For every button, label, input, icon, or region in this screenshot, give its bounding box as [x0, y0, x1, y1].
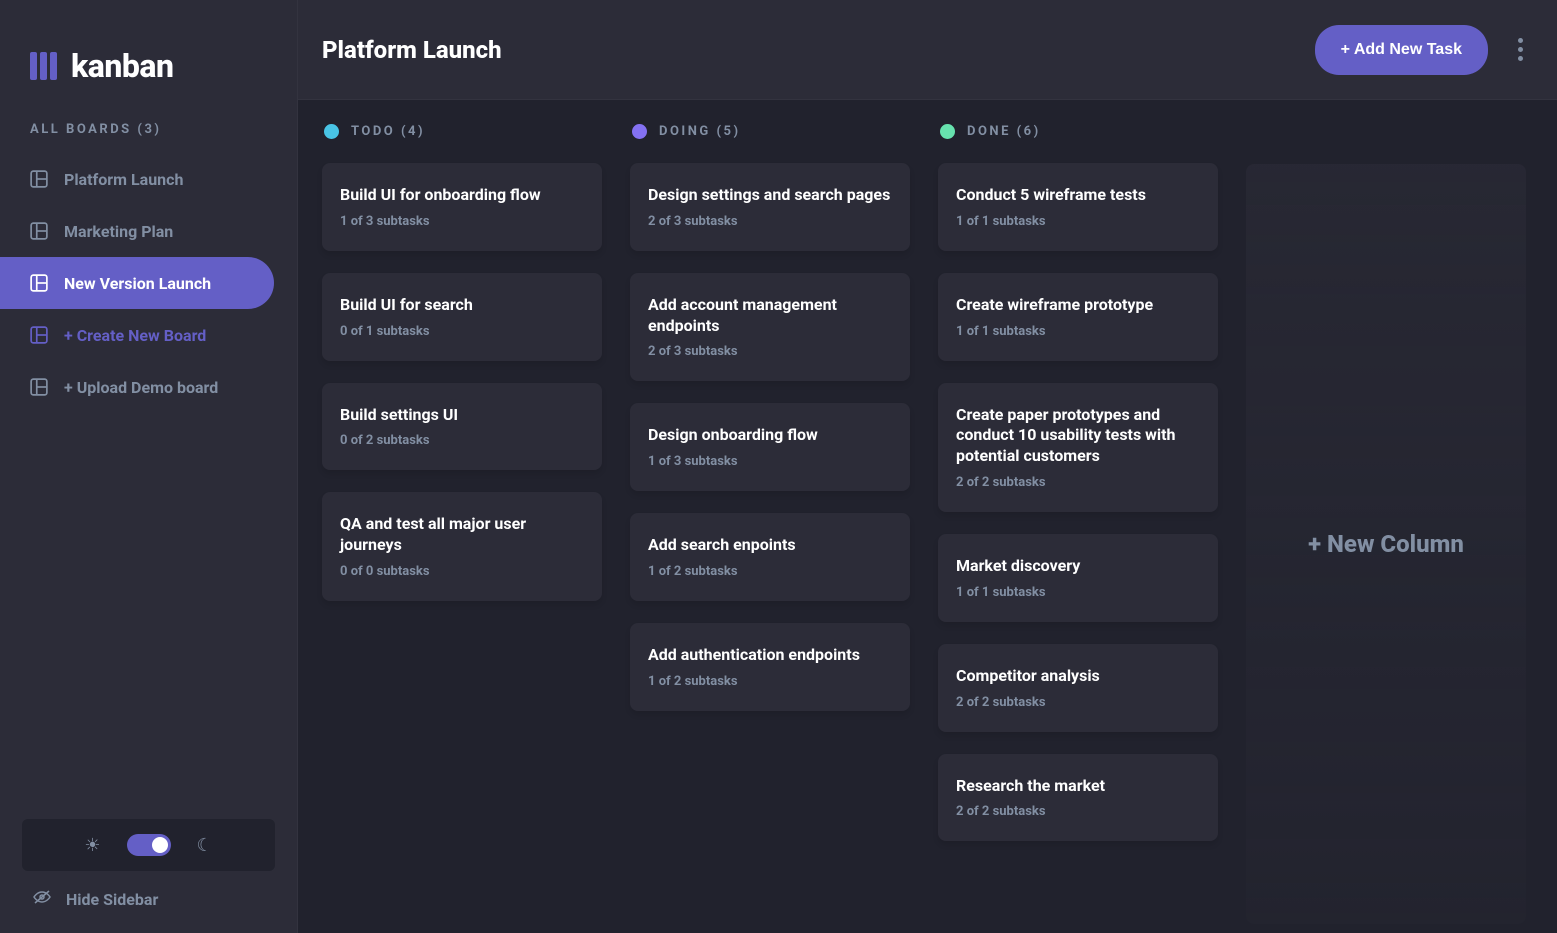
sidebar-item-label: Platform Launch: [64, 170, 183, 189]
task-subtasks: 2 of 2 subtasks: [956, 695, 1200, 710]
task-title: Build UI for onboarding flow: [340, 185, 584, 206]
board: TODO (4) Build UI for onboarding flow 1 of…: [298, 100, 1557, 933]
task-subtasks: 2 of 2 subtasks: [956, 804, 1200, 819]
sidebar-item-new-version-launch[interactable]: New Version Launch: [0, 257, 274, 309]
task-card[interactable]: Build UI for search 0 of 1 subtasks: [322, 273, 602, 361]
task-card[interactable]: Add authentication endpoints 1 of 2 subta…: [630, 623, 910, 711]
task-card[interactable]: Create wireframe prototype 1 of 1 subtask…: [938, 273, 1218, 361]
sidebar: kanban ALL BOARDS (3) Platform Launch Ma…: [0, 0, 298, 933]
logo-icon: [30, 52, 57, 80]
task-title: Create wireframe prototype: [956, 295, 1200, 316]
task-card[interactable]: Research the market 2 of 2 subtasks: [938, 754, 1218, 842]
task-title: Market discovery: [956, 556, 1200, 577]
task-subtasks: 1 of 2 subtasks: [648, 674, 892, 689]
task-title: Design settings and search pages: [648, 185, 892, 206]
theme-switch[interactable]: [127, 834, 171, 856]
task-card[interactable]: Create paper prototypes and conduct 10 u…: [938, 383, 1218, 512]
task-subtasks: 0 of 0 subtasks: [340, 564, 584, 579]
column-header: DOING (5): [630, 124, 910, 139]
task-subtasks: 0 of 2 subtasks: [340, 433, 584, 448]
task-title: Add authentication endpoints: [648, 645, 892, 666]
task-title: Research the market: [956, 776, 1200, 797]
task-subtasks: 1 of 3 subtasks: [340, 214, 584, 229]
board-icon: [30, 222, 48, 240]
task-card[interactable]: Conduct 5 wireframe tests 1 of 1 subtasks: [938, 163, 1218, 251]
topbar: Platform Launch + Add New Task: [298, 0, 1557, 100]
board-list: Platform Launch Marketing Plan New Versi…: [0, 153, 297, 413]
create-board-label: + Create New Board: [64, 326, 206, 345]
card-list: Conduct 5 wireframe tests 1 of 1 subtasks…: [938, 163, 1218, 841]
sidebar-item-label: Marketing Plan: [64, 222, 173, 241]
card-list: Build UI for onboarding flow 1 of 3 subta…: [322, 163, 602, 601]
task-subtasks: 1 of 1 subtasks: [956, 214, 1200, 229]
task-title: Conduct 5 wireframe tests: [956, 185, 1200, 206]
upload-demo-board-button[interactable]: + Upload Demo board: [0, 361, 274, 413]
column-label: TODO (4): [351, 124, 425, 139]
sidebar-item-marketing-plan[interactable]: Marketing Plan: [0, 205, 274, 257]
task-title: Competitor analysis: [956, 666, 1200, 687]
task-card[interactable]: QA and test all major user journeys 0 of …: [322, 492, 602, 601]
card-list: Design settings and search pages 2 of 3 s…: [630, 163, 910, 711]
task-subtasks: 0 of 1 subtasks: [340, 324, 584, 339]
theme-toggle: ☀ ☾: [22, 819, 275, 871]
sidebar-item-platform-launch[interactable]: Platform Launch: [0, 153, 274, 205]
hide-sidebar-button[interactable]: Hide Sidebar: [22, 889, 275, 909]
column-doing: DOING (5) Design settings and search page…: [630, 124, 910, 909]
task-subtasks: 1 of 3 subtasks: [648, 454, 892, 469]
moon-icon: ☾: [197, 835, 213, 856]
task-title: Design onboarding flow: [648, 425, 892, 446]
task-subtasks: 2 of 3 subtasks: [648, 344, 892, 359]
task-title: QA and test all major user journeys: [340, 514, 584, 556]
sun-icon: ☀: [84, 835, 100, 856]
task-subtasks: 1 of 2 subtasks: [648, 564, 892, 579]
task-card[interactable]: Add search enpoints 1 of 2 subtasks: [630, 513, 910, 601]
column-header: DONE (6): [938, 124, 1218, 139]
page-title: Platform Launch: [322, 36, 502, 64]
eye-slash-icon: [32, 889, 52, 909]
board-icon: [30, 378, 48, 396]
column-label: DONE (6): [967, 124, 1041, 139]
task-subtasks: 2 of 3 subtasks: [648, 214, 892, 229]
task-subtasks: 2 of 2 subtasks: [956, 475, 1200, 490]
create-new-board-button[interactable]: + Create New Board: [0, 309, 274, 361]
task-title: Build settings UI: [340, 405, 584, 426]
add-new-task-button[interactable]: + Add New Task: [1315, 25, 1488, 75]
column-todo: TODO (4) Build UI for onboarding flow 1 of…: [322, 124, 602, 909]
column-dot-icon: [940, 124, 955, 139]
task-subtasks: 1 of 1 subtasks: [956, 324, 1200, 339]
sidebar-bottom: ☀ ☾ Hide Sidebar: [22, 819, 275, 909]
upload-board-label: + Upload Demo board: [64, 378, 218, 397]
task-card[interactable]: Design onboarding flow 1 of 3 subtasks: [630, 403, 910, 491]
main: Platform Launch + Add New Task TODO (4) B…: [298, 0, 1557, 933]
new-column-button[interactable]: + New Column: [1246, 164, 1526, 924]
task-subtasks: 1 of 1 subtasks: [956, 585, 1200, 600]
board-icon: [30, 274, 48, 292]
logo-text: kanban: [71, 47, 173, 85]
hide-sidebar-label: Hide Sidebar: [66, 890, 158, 909]
kebab-menu-icon[interactable]: [1512, 32, 1529, 67]
board-icon: [30, 326, 48, 344]
task-card[interactable]: Add account management endpoints 2 of 3 s…: [630, 273, 910, 382]
column-dot-icon: [324, 124, 339, 139]
boards-count-label: ALL BOARDS (3): [0, 100, 297, 153]
task-card[interactable]: Design settings and search pages 2 of 3 s…: [630, 163, 910, 251]
sidebar-item-label: New Version Launch: [64, 274, 211, 293]
column-header: TODO (4): [322, 124, 602, 139]
task-title: Add account management endpoints: [648, 295, 892, 337]
task-title: Create paper prototypes and conduct 10 u…: [956, 405, 1200, 467]
logo: kanban: [0, 0, 297, 100]
task-title: Add search enpoints: [648, 535, 892, 556]
task-card[interactable]: Competitor analysis 2 of 2 subtasks: [938, 644, 1218, 732]
task-card[interactable]: Build settings UI 0 of 2 subtasks: [322, 383, 602, 471]
task-title: Build UI for search: [340, 295, 584, 316]
switch-knob: [152, 837, 168, 853]
column-dot-icon: [632, 124, 647, 139]
task-card[interactable]: Market discovery 1 of 1 subtasks: [938, 534, 1218, 622]
column-done: DONE (6) Conduct 5 wireframe tests 1 of 1 …: [938, 124, 1218, 909]
column-label: DOING (5): [659, 124, 741, 139]
task-card[interactable]: Build UI for onboarding flow 1 of 3 subta…: [322, 163, 602, 251]
board-icon: [30, 170, 48, 188]
